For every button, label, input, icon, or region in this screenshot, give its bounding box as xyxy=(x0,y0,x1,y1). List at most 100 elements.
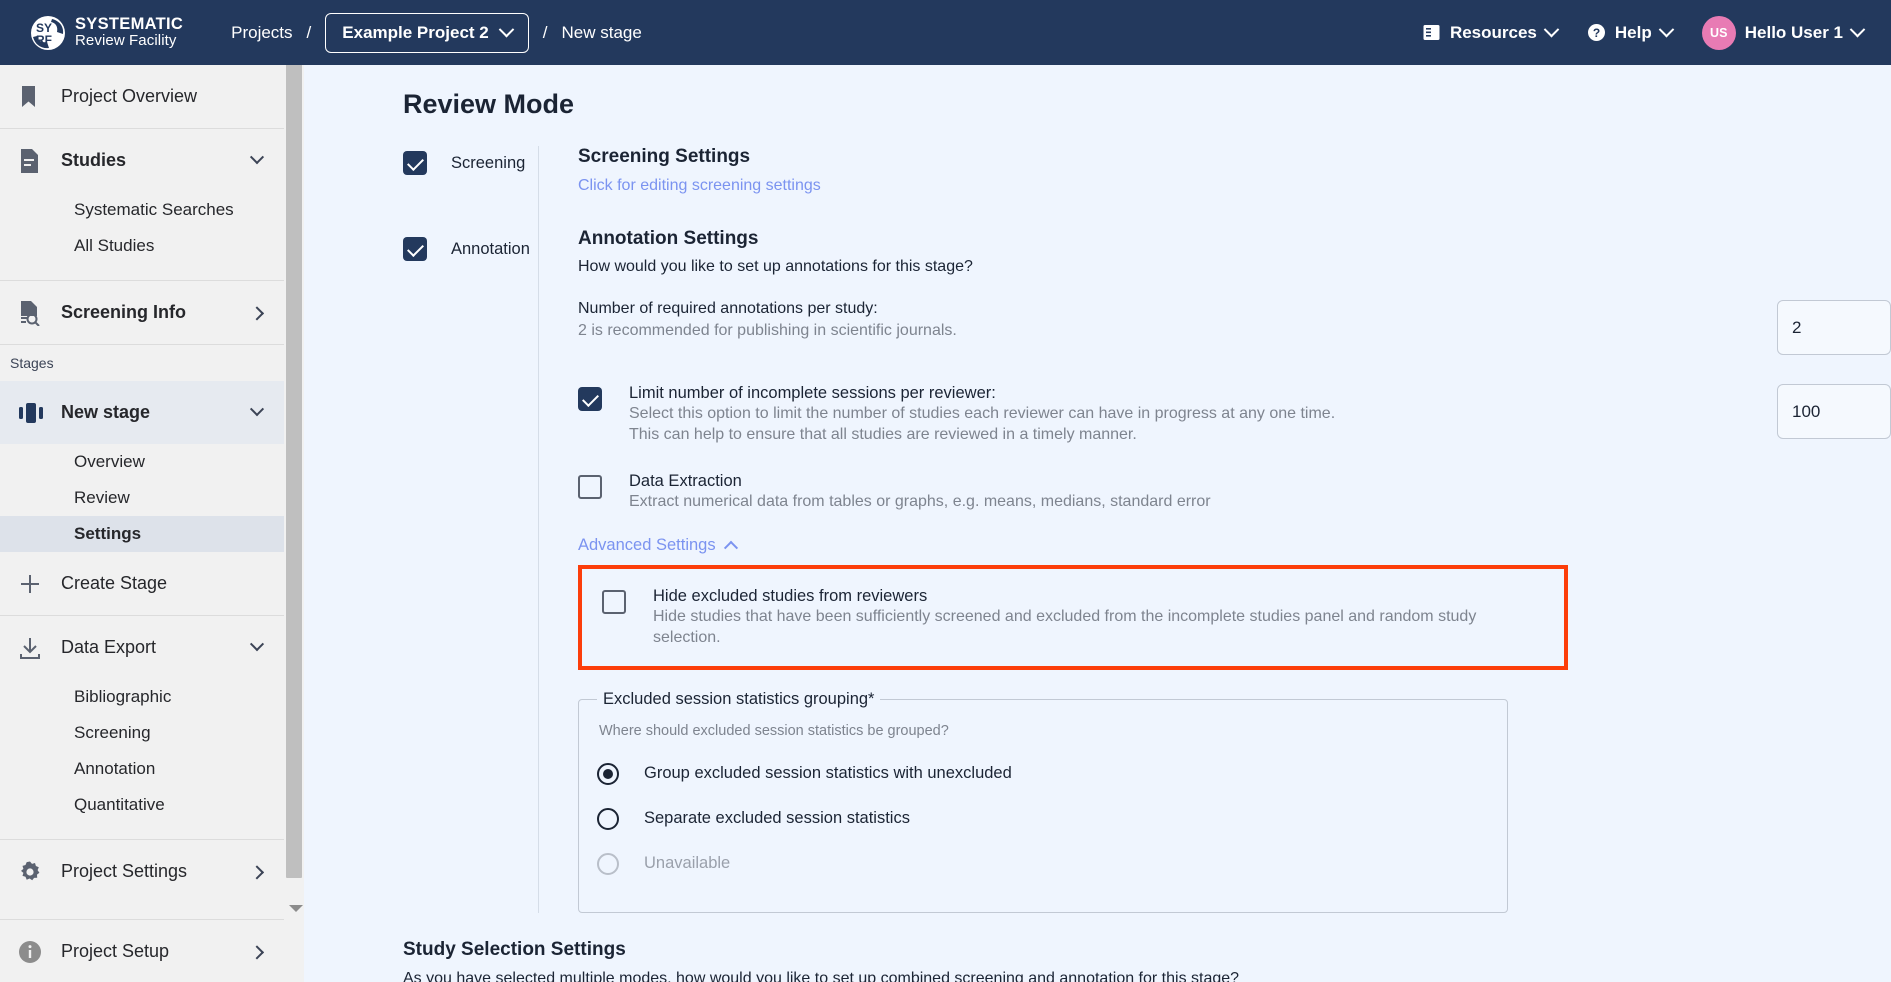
screening-settings-link[interactable]: Click for editing screening settings xyxy=(578,177,821,195)
study-selection-title: Study Selection Settings xyxy=(403,939,1891,961)
hide-excluded-highlight-box: Hide excluded studies from reviewers Hid… xyxy=(578,565,1568,671)
hide-excluded-desc: Hide studies that have been sufficiently… xyxy=(653,606,1533,649)
review-mode-screening-row[interactable]: Screening xyxy=(403,146,538,180)
annotation-settings-block: Annotation Settings How would you like t… xyxy=(578,228,1891,913)
chevron-down-icon xyxy=(252,639,262,657)
grouping-radio-grouped[interactable] xyxy=(597,763,619,785)
limit-sessions-row: Limit number of incomplete sessions per … xyxy=(578,384,1891,446)
main-content: Review Mode Screening Annotation Screeni… xyxy=(305,65,1891,982)
limit-sessions-input[interactable] xyxy=(1777,384,1891,439)
logo-line-2: Review Facility xyxy=(75,33,183,49)
hide-excluded-title: Hide excluded studies from reviewers xyxy=(653,587,1533,606)
sidebar-item-bibliographic[interactable]: Bibliographic xyxy=(0,679,284,715)
sidebar-item-label: Studies xyxy=(61,150,126,171)
required-annotations-text: Number of required annotations per study… xyxy=(578,300,1777,340)
settings-column: Screening Settings Click for editing scr… xyxy=(538,146,1891,913)
hide-excluded-checkbox[interactable] xyxy=(602,590,626,614)
resources-menu[interactable]: Resources xyxy=(1422,23,1557,43)
sidebar-item-screening-info[interactable]: Screening Info xyxy=(0,281,284,344)
sidebar-item-create-stage[interactable]: Create Stage xyxy=(0,552,284,615)
breadcrumb-separator-1: / xyxy=(307,23,312,43)
advanced-settings-toggle[interactable]: Advanced Settings xyxy=(578,536,736,555)
app-logo[interactable]: SY RF SYSTEMATIC Review Facility xyxy=(30,15,183,51)
scroll-down-arrow-icon[interactable] xyxy=(289,905,303,912)
review-mode-annotation-row[interactable]: Annotation xyxy=(403,232,538,266)
sidebar-item-project-overview[interactable]: Project Overview xyxy=(0,65,284,128)
syrf-logo-icon: SY RF xyxy=(30,15,66,51)
sidebar-scrollbar-thumb[interactable] xyxy=(286,14,302,878)
limit-sessions-checkbox[interactable] xyxy=(578,387,602,411)
study-selection-desc-1: As you have selected multiple modes, how… xyxy=(403,968,1891,982)
study-selection-settings-section: Study Selection Settings As you have sel… xyxy=(403,939,1891,982)
sidebar-stages-header: Stages xyxy=(0,345,284,381)
limit-sessions-option: Limit number of incomplete sessions per … xyxy=(578,384,1777,446)
advanced-settings-toggle-wrap: Advanced Settings xyxy=(578,536,1891,555)
sidebar-item-project-setup[interactable]: Project Setup xyxy=(0,920,284,982)
grouping-radio-separate[interactable] xyxy=(597,808,619,830)
limit-sessions-desc-2: This can help to ensure that all studies… xyxy=(629,424,1335,445)
sidebar-item-export-annotation[interactable]: Annotation xyxy=(0,751,284,787)
sidebar-spacer xyxy=(0,264,284,280)
avatar: US xyxy=(1702,16,1736,50)
grouping-option-separate[interactable]: Separate excluded session statistics xyxy=(597,796,1489,841)
chevron-up-icon xyxy=(724,541,738,555)
sidebar-item-label: Data Export xyxy=(61,637,156,658)
sidebar-item-systematic-searches[interactable]: Systematic Searches xyxy=(0,192,284,228)
chevron-down-icon xyxy=(252,152,262,170)
sidebar-inner: Project Overview Studies Systematic Sear… xyxy=(0,65,284,982)
sidebar: Project Overview Studies Systematic Sear… xyxy=(0,65,304,982)
sidebar-item-review[interactable]: Review xyxy=(0,480,284,516)
sidebar-item-label: Quantitative xyxy=(74,795,165,815)
grouping-option-unavailable: Unavailable xyxy=(597,841,1489,886)
breadcrumb-projects-link[interactable]: Projects xyxy=(231,23,292,43)
required-annotations-input[interactable] xyxy=(1777,300,1891,355)
sidebar-item-project-settings[interactable]: Project Settings xyxy=(0,840,284,903)
advanced-settings-label: Advanced Settings xyxy=(578,536,716,555)
grouping-option-grouped[interactable]: Group excluded session statistics with u… xyxy=(597,751,1489,796)
grouping-option-separate-label: Separate excluded session statistics xyxy=(644,809,910,828)
svg-text:?: ? xyxy=(1593,26,1600,40)
annotation-mode-label: Annotation xyxy=(451,240,530,259)
chevron-down-icon xyxy=(1544,22,1560,38)
grouping-question: Where should excluded session statistics… xyxy=(599,723,1489,739)
page-title: Review Mode xyxy=(403,89,1891,120)
review-mode-checkbox-column: Screening Annotation xyxy=(305,146,538,913)
sidebar-item-studies[interactable]: Studies xyxy=(0,129,284,192)
limit-sessions-desc-1: Select this option to limit the number o… xyxy=(629,403,1335,424)
screening-mode-label: Screening xyxy=(451,154,525,173)
stage-icon xyxy=(18,402,52,424)
project-selector-dropdown[interactable]: Example Project 2 xyxy=(325,13,528,53)
grouping-option-grouped-label: Group excluded session statistics with u… xyxy=(644,764,1012,783)
sidebar-item-label: Screening xyxy=(74,723,151,743)
sidebar-spacer xyxy=(0,823,284,839)
sidebar-item-all-studies[interactable]: All Studies xyxy=(0,228,284,264)
sidebar-item-settings[interactable]: Settings xyxy=(0,516,284,552)
chevron-down-icon xyxy=(498,22,514,38)
sidebar-item-new-stage[interactable]: New stage xyxy=(0,381,284,444)
help-icon: ? xyxy=(1587,23,1606,42)
sidebar-item-export-quantitative[interactable]: Quantitative xyxy=(0,787,284,823)
user-menu[interactable]: US Hello User 1 xyxy=(1702,16,1863,50)
required-annotations-row: Number of required annotations per study… xyxy=(578,300,1891,355)
sidebar-item-data-export[interactable]: Data Export xyxy=(0,616,284,679)
data-extraction-checkbox[interactable] xyxy=(578,475,602,499)
sidebar-spacer xyxy=(0,903,284,919)
breadcrumb-stage-label: New stage xyxy=(561,23,641,43)
grouping-option-unavailable-label: Unavailable xyxy=(644,854,730,873)
sidebar-item-label: Review xyxy=(74,488,130,508)
help-menu[interactable]: ? Help xyxy=(1587,23,1672,43)
annotation-mode-checkbox[interactable] xyxy=(403,237,427,261)
breadcrumb-separator-2: / xyxy=(543,23,548,43)
chevron-down-icon xyxy=(1658,22,1674,38)
sidebar-item-label: Project Overview xyxy=(61,86,197,107)
hide-excluded-text: Hide excluded studies from reviewers Hid… xyxy=(653,587,1533,649)
download-icon xyxy=(18,636,52,660)
sidebar-item-label: Systematic Searches xyxy=(74,200,234,220)
screening-mode-checkbox[interactable] xyxy=(403,151,427,175)
sidebar-item-export-screening[interactable]: Screening xyxy=(0,715,284,751)
sidebar-item-overview[interactable]: Overview xyxy=(0,444,284,480)
sidebar-item-label: Annotation xyxy=(74,759,155,779)
screening-info-icon xyxy=(18,300,52,326)
breadcrumb: Projects / Example Project 2 / New stage xyxy=(231,13,642,53)
required-annotations-label: Number of required annotations per study… xyxy=(578,300,1777,318)
